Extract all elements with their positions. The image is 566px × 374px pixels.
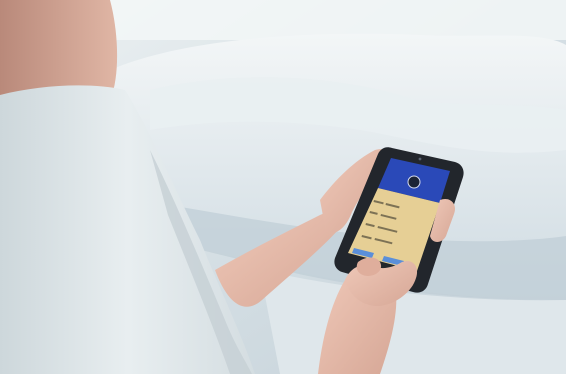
photo-scene (0, 0, 566, 374)
phone-camera (418, 157, 422, 161)
scene-illustration (0, 0, 566, 374)
app-logo (407, 175, 421, 189)
